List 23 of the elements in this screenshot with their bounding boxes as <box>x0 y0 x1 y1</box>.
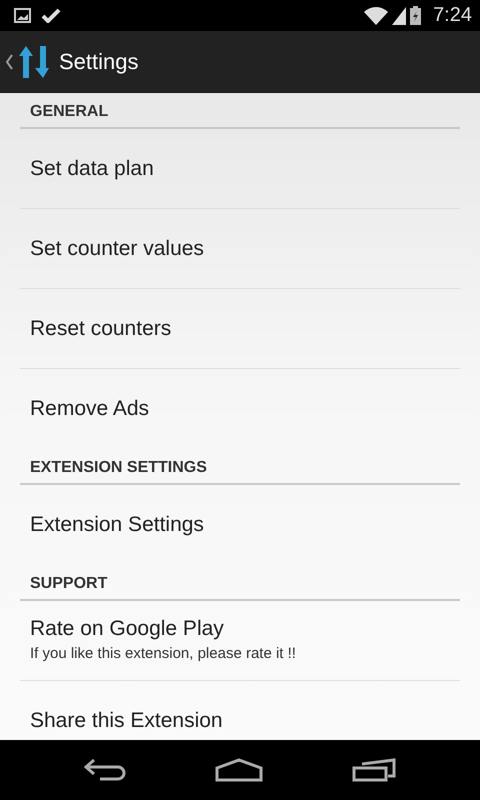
preference-item[interactable]: Extension Settings <box>30 513 204 537</box>
preference-item[interactable]: Set data plan <box>30 156 154 180</box>
recent-apps-icon[interactable] <box>352 758 396 782</box>
battery-icon <box>410 6 422 25</box>
preference-item[interactable]: Rate on Google Play <box>30 617 224 641</box>
preference-item[interactable]: Remove Ads <box>30 397 150 421</box>
picture-icon <box>14 8 31 23</box>
section-header: SUPPORT <box>20 565 460 601</box>
signal-icon <box>392 6 406 24</box>
section-header: EXTENSION SETTINGS <box>20 449 460 485</box>
section-header: GENERAL <box>20 93 460 129</box>
screen-title: Settings <box>59 48 138 74</box>
preference-item[interactable]: Share this Extension <box>30 709 223 733</box>
up-down-arrows-icon <box>19 46 49 78</box>
back-icon[interactable] <box>84 758 126 782</box>
status-time: 7:24 <box>433 4 472 27</box>
home-icon[interactable] <box>214 758 263 782</box>
checkmark-icon <box>41 8 61 23</box>
preference-item[interactable]: Set counter values <box>30 236 204 260</box>
caret-icon <box>5 54 13 70</box>
wifi-icon <box>364 6 388 24</box>
preference-item[interactable]: Reset counters <box>30 316 172 340</box>
preference-summary: If you like this extension, please rate it !! <box>30 645 296 662</box>
